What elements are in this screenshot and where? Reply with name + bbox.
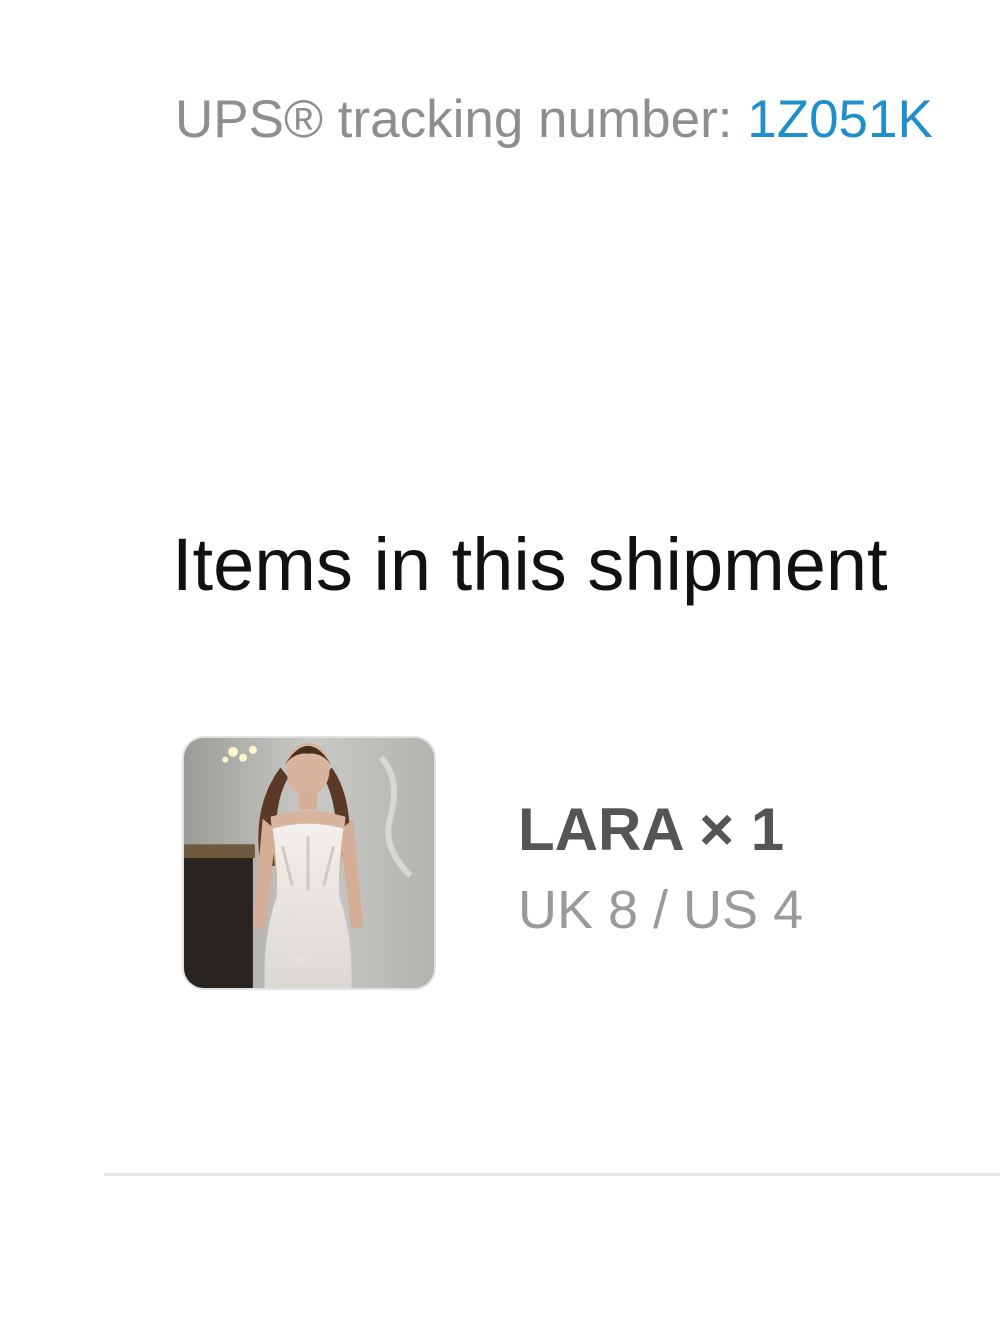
product-thumbnail	[182, 736, 436, 990]
tracking-info: UPS® tracking number: 1Z051K	[175, 88, 1000, 152]
product-photo-image	[184, 738, 434, 988]
shipment-item: LARA × 1 UK 8 / US 4	[182, 736, 882, 994]
product-name-quantity: LARA × 1	[518, 796, 785, 863]
shipment-items-heading: Items in this shipment	[172, 523, 888, 606]
tracking-number-link[interactable]: 1Z051K	[747, 90, 933, 149]
section-divider	[104, 1173, 1000, 1176]
tracking-label: UPS® tracking number:	[175, 90, 748, 149]
product-size: UK 8 / US 4	[518, 880, 804, 940]
